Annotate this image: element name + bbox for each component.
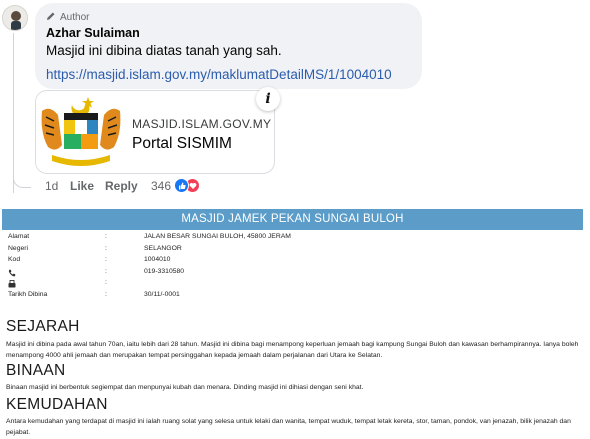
info-row-phone: : 019-3310580 <box>4 268 564 280</box>
info-row-fax: : <box>4 279 564 291</box>
thread-connector <box>13 152 31 188</box>
info-separator: : <box>105 244 107 252</box>
section-body-binaan: Binaan masjid ini berbentuk segiempat da… <box>6 384 364 391</box>
author-badge: Author <box>46 10 411 24</box>
reactions[interactable] <box>174 178 201 193</box>
info-row-negeri: Negeri : SELANGOR <box>4 245 564 257</box>
info-label: Tarikh Dibina <box>8 290 48 298</box>
thumbs-up-icon <box>174 178 190 193</box>
avatar[interactable] <box>2 5 28 31</box>
section-title-binaan: BINAAN <box>6 362 66 379</box>
reaction-count[interactable]: 346 <box>151 179 171 193</box>
section-title-sejarah: SEJARAH <box>6 318 80 335</box>
fax-icon <box>8 280 16 290</box>
info-separator: : <box>105 290 107 298</box>
section-body-sejarah: Masjid ini dibina pada awal tahun 70an, … <box>6 341 579 359</box>
mosque-header: MASJID JAMEK PEKAN SUNGAI BULOH <box>2 209 583 230</box>
section-title-kemudahan: KEMUDAHAN <box>6 396 108 413</box>
comment-bubble: Author Azhar Sulaiman Masjid ini dibina … <box>35 3 422 89</box>
pencil-icon <box>46 11 56 24</box>
author-badge-label: Author <box>60 11 90 23</box>
comment-actions: 1d Like Reply 346 <box>45 178 201 193</box>
info-separator: : <box>105 256 107 264</box>
mosque-info-table: Alamat : JALAN BESAR SUNGAI BULOH, 45800… <box>4 233 564 303</box>
info-label: Negeri <box>8 244 29 252</box>
info-label: Alamat <box>8 233 30 240</box>
info-label: Kod <box>8 256 21 264</box>
info-row-alamat: Alamat : JALAN BESAR SUNGAI BULOH, 45800… <box>4 233 564 245</box>
preview-title: Portal SISMIM <box>132 135 232 152</box>
info-separator: : <box>105 233 107 240</box>
info-separator: : <box>105 279 107 287</box>
coat-of-arms-logo <box>36 91 126 173</box>
reply-button[interactable]: Reply <box>105 179 151 193</box>
info-value: JALAN BESAR SUNGAI BULOH, 45800 JERAM <box>144 233 291 240</box>
info-icon[interactable]: i <box>256 87 280 111</box>
like-button[interactable]: Like <box>70 179 105 193</box>
info-value: 30/11/-0001 <box>144 290 180 298</box>
phone-icon <box>8 269 16 279</box>
link-preview-card[interactable]: MASJID.ISLAM.GOV.MY Portal SISMIM <box>35 90 275 174</box>
comment-timestamp[interactable]: 1d <box>45 179 70 193</box>
section-body-kemudahan: Antara kemudahan yang terdapat di masjid… <box>6 418 571 436</box>
avatar-photo <box>3 6 27 30</box>
preview-domain: MASJID.ISLAM.GOV.MY <box>132 117 272 131</box>
info-row-kod: Kod : 1004010 <box>4 256 564 268</box>
author-name[interactable]: Azhar Sulaiman <box>46 26 411 40</box>
info-separator: : <box>105 267 107 275</box>
info-value: 1004010 <box>144 256 171 264</box>
comment-text: Masjid ini dibina diatas tanah yang sah. <box>46 43 282 58</box>
info-row-tarikh: Tarikh Dibina : 30/11/-0001 <box>4 291 564 303</box>
info-value: SELANGOR <box>144 244 182 252</box>
info-value: 019-3310580 <box>144 267 185 275</box>
comment-link[interactable]: https://masjid.islam.gov.my/maklumatDeta… <box>46 67 411 82</box>
